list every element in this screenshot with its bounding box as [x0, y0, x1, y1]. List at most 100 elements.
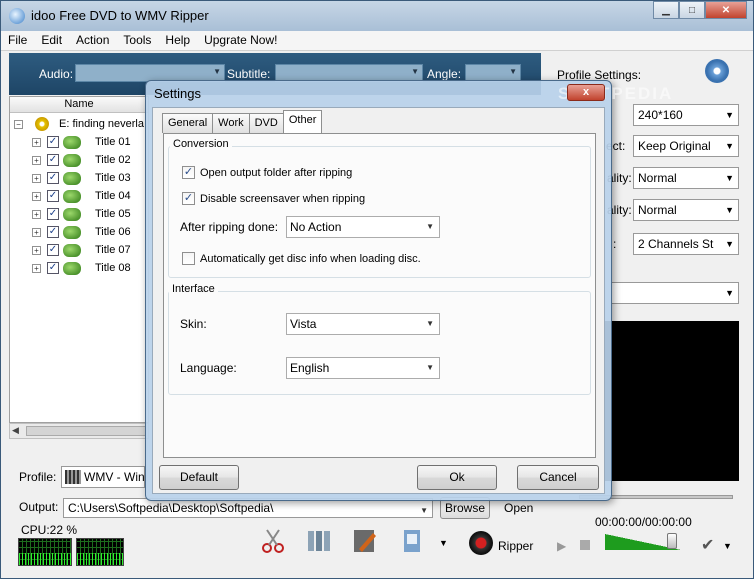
close-button[interactable]: ✕ [705, 1, 747, 19]
dialog-close-button[interactable]: x [567, 84, 605, 101]
title-checkbox[interactable]: ✓ [47, 262, 59, 274]
tree-row[interactable]: + ✓ Title 03 [32, 169, 131, 187]
open-output-option[interactable]: ✓ Open output folder after ripping [182, 166, 352, 179]
video-quality-select[interactable]: Normal ▼ [633, 167, 739, 189]
title-checkbox[interactable]: ✓ [47, 244, 59, 256]
title-checkbox[interactable]: ✓ [47, 154, 59, 166]
expand-icon[interactable]: + [32, 209, 41, 219]
maximize-button[interactable]: □ [679, 1, 705, 19]
chevron-down-icon: ▼ [725, 239, 734, 249]
skin-label: Skin: [180, 317, 207, 331]
menu-file[interactable]: File [1, 31, 34, 50]
gear-icon[interactable] [705, 59, 729, 83]
after-ripping-label: After ripping done: [180, 220, 279, 234]
title-checkbox[interactable]: ✓ [47, 226, 59, 238]
cancel-button[interactable]: Cancel [517, 465, 599, 490]
tab-general[interactable]: General [162, 113, 214, 133]
title-label: Title 06 [95, 226, 131, 238]
chevron-down-icon: ▼ [426, 363, 434, 372]
ripper-label[interactable]: Ripper [498, 539, 533, 553]
channels-label: : [613, 237, 617, 251]
tab-other[interactable]: Other [282, 110, 323, 133]
auto-disc-info-option[interactable]: Automatically get disc info when loading… [182, 252, 421, 265]
output-path-input[interactable]: C:\Users\Softpedia\Desktop\Softpedia\ [63, 498, 433, 520]
expand-icon[interactable]: + [32, 137, 41, 147]
window-title: idoo Free DVD to WMV Ripper [31, 8, 209, 23]
snapshot-icon[interactable] [399, 527, 427, 555]
play-icon[interactable]: ▶ [557, 539, 566, 553]
tree-row[interactable]: + ✓ Title 04 [32, 187, 131, 205]
disable-screensaver-option[interactable]: ✓ Disable screensaver when ripping [182, 192, 365, 205]
tab-dvd[interactable]: DVD [248, 113, 284, 133]
chevron-down-icon: ▼ [725, 141, 734, 151]
title-checkbox[interactable]: ✓ [47, 136, 59, 148]
settings-tabs: General Work DVD Other [162, 110, 323, 133]
language-select[interactable]: English ▼ [286, 357, 440, 379]
language-label: Language: [180, 361, 237, 375]
extra-select[interactable]: ▼ [611, 282, 739, 304]
expand-icon[interactable]: + [32, 155, 41, 165]
audio-label: Audio: [39, 67, 74, 81]
profile-select[interactable]: WMV - Win [61, 466, 145, 488]
check-icon[interactable]: ✔ [701, 535, 714, 555]
title-checkbox[interactable]: ✓ [47, 208, 59, 220]
chevron-down-icon[interactable]: ▼ [723, 541, 732, 551]
skin-value: Vista [290, 317, 317, 331]
expand-icon[interactable]: + [32, 191, 41, 201]
ripper-button[interactable] [469, 531, 493, 555]
cpu-usage-label: CPU:22 % [21, 523, 78, 537]
angle-label: Angle: [427, 67, 462, 81]
title-checkbox[interactable]: ✓ [47, 190, 59, 202]
title-label: Title 04 [95, 190, 131, 202]
language-value: English [290, 361, 330, 375]
volume-thumb[interactable] [667, 533, 677, 549]
open-output-checkbox[interactable]: ✓ [182, 166, 195, 179]
ok-button[interactable]: Ok [417, 465, 497, 490]
minimize-button[interactable]: ▁ [653, 1, 679, 19]
menu-tools[interactable]: Tools [116, 31, 158, 50]
tree-disc-row[interactable]: − E: finding neverla [14, 115, 144, 133]
expand-icon[interactable]: + [32, 245, 41, 255]
open-button[interactable]: Open [504, 501, 533, 515]
scrollbar-thumb[interactable] [26, 426, 146, 436]
default-button[interactable]: Default [159, 465, 239, 490]
edit-icon[interactable] [351, 527, 379, 555]
chevron-down-icon[interactable]: ▼ [439, 538, 448, 548]
disable-screensaver-checkbox[interactable]: ✓ [182, 192, 195, 205]
scroll-left-icon[interactable]: ◀ [12, 425, 19, 436]
tree-row[interactable]: + ✓ Title 05 [32, 205, 131, 223]
merge-icon[interactable] [305, 527, 333, 555]
expand-icon[interactable]: + [32, 263, 41, 273]
column-header-name[interactable]: Name [10, 97, 148, 113]
resolution-select[interactable]: 240*160 ▼ [633, 104, 739, 126]
tree-row[interactable]: + ✓ Title 07 [32, 241, 131, 259]
tree-row[interactable]: + ✓ Title 06 [32, 223, 131, 241]
auto-disc-info-checkbox[interactable] [182, 252, 195, 265]
expand-icon[interactable]: + [32, 173, 41, 183]
menu-upgrade[interactable]: Upgrate Now! [197, 31, 284, 50]
skin-select[interactable]: Vista ▼ [286, 313, 440, 335]
channels-select[interactable]: 2 Channels St ▼ [633, 233, 739, 255]
title-tree: Name − E: finding neverla + ✓ Title 01 + ✓ T… [9, 96, 149, 423]
title-checkbox[interactable]: ✓ [47, 172, 59, 184]
audio-quality-select[interactable]: Normal ▼ [633, 199, 739, 221]
scissors-icon[interactable] [259, 527, 287, 555]
tree-row[interactable]: + ✓ Title 08 [32, 259, 131, 277]
menu-action[interactable]: Action [69, 31, 116, 50]
stop-icon[interactable] [580, 540, 590, 550]
tree-horizontal-scrollbar[interactable]: ◀ [9, 423, 149, 439]
tree-row[interactable]: + ✓ Title 01 [32, 133, 131, 151]
title-bar[interactable]: idoo Free DVD to WMV Ripper ▁ □ ✕ [1, 1, 753, 31]
menu-edit[interactable]: Edit [34, 31, 69, 50]
title-label: Title 01 [95, 136, 131, 148]
collapse-icon[interactable]: − [14, 119, 23, 129]
title-label: Title 02 [95, 154, 131, 166]
profile-value: WMV - Win [84, 470, 145, 484]
aspect-select[interactable]: Keep Original ▼ [633, 135, 739, 157]
menu-help[interactable]: Help [158, 31, 197, 50]
after-ripping-select[interactable]: No Action ▼ [286, 216, 440, 238]
tree-row[interactable]: + ✓ Title 02 [32, 151, 131, 169]
expand-icon[interactable]: + [32, 227, 41, 237]
tab-work[interactable]: Work [212, 113, 250, 133]
film-reel-icon [63, 261, 81, 275]
